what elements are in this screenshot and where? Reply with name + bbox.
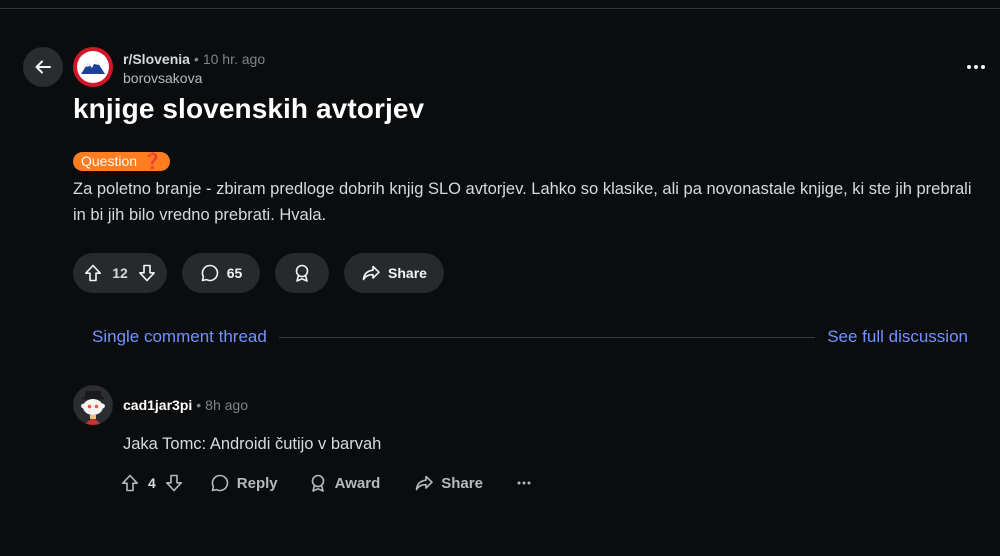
back-button[interactable] xyxy=(23,47,63,87)
post-title: knjige slovenskih avtorjev xyxy=(73,93,425,124)
flair-label: Question xyxy=(81,153,138,169)
post-meta: r/Slovenia • 10 hr. ago borovsakova xyxy=(123,50,265,87)
share-button[interactable]: Share xyxy=(344,253,444,293)
top-divider xyxy=(0,0,1000,9)
share-icon xyxy=(361,263,381,283)
reply-label: Reply xyxy=(236,474,278,492)
meta-dot: • xyxy=(193,51,199,67)
subreddit-avatar[interactable] xyxy=(73,47,113,87)
downvote-icon[interactable] xyxy=(137,263,157,283)
comment-vote-count: 4 xyxy=(148,475,156,491)
award-icon xyxy=(292,263,312,283)
question-icon: ❓ xyxy=(143,153,162,170)
post-body: Za poletno branje - zbiram predloge dobr… xyxy=(73,180,972,224)
comment-bubble-icon xyxy=(210,473,230,493)
arrow-left-icon xyxy=(33,57,53,77)
comment-bubble-icon xyxy=(200,263,220,283)
ellipsis-icon xyxy=(967,65,985,69)
post-flair[interactable]: Question ❓ xyxy=(73,152,170,171)
post-author[interactable]: borovsakova xyxy=(123,69,265,87)
comment-more-button[interactable] xyxy=(517,481,531,485)
reply-button[interactable]: Reply xyxy=(210,473,278,493)
meta-dot: • xyxy=(196,397,202,413)
comment-award-button[interactable]: Award xyxy=(308,473,381,493)
single-comment-thread-link[interactable]: Single comment thread xyxy=(92,327,267,347)
post-vote-control: 12 xyxy=(73,253,167,293)
more-options-button[interactable] xyxy=(964,58,988,76)
comment-time: 8h ago xyxy=(205,397,248,413)
thread-divider xyxy=(278,336,816,338)
comment-author[interactable]: cad1jar3pi xyxy=(123,397,192,413)
ellipsis-icon xyxy=(517,481,531,485)
award-button[interactable] xyxy=(275,253,329,293)
comment-share-label: Share xyxy=(441,474,483,492)
downvote-icon xyxy=(164,473,184,493)
comment-upvote-button[interactable] xyxy=(120,473,140,493)
subreddit-name[interactable]: r/Slovenia xyxy=(123,51,190,67)
thread-navigation: Single comment thread See full discussio… xyxy=(92,326,968,348)
award-label: Award xyxy=(334,474,381,492)
comment-downvote-button[interactable] xyxy=(164,473,184,493)
comment-meta: cad1jar3pi • 8h ago xyxy=(123,397,248,413)
comment-body: Jaka Tomc: Androidi čutijo v barvah xyxy=(123,435,382,453)
comment-share-button[interactable]: Share xyxy=(414,473,483,493)
upvote-icon xyxy=(120,473,140,493)
see-full-discussion-link[interactable]: See full discussion xyxy=(827,327,968,347)
comments-button[interactable]: 65 xyxy=(182,253,260,293)
post-vote-count: 12 xyxy=(112,265,128,281)
upvote-icon[interactable] xyxy=(83,263,103,283)
post-time: 10 hr. ago xyxy=(202,51,266,67)
commenter-avatar[interactable] xyxy=(73,385,113,425)
comment-actions: 4 Reply Award Share xyxy=(120,470,531,496)
share-icon xyxy=(414,473,434,493)
share-label: Share xyxy=(388,265,427,281)
award-icon xyxy=(308,473,328,493)
comment-count: 65 xyxy=(226,265,243,281)
